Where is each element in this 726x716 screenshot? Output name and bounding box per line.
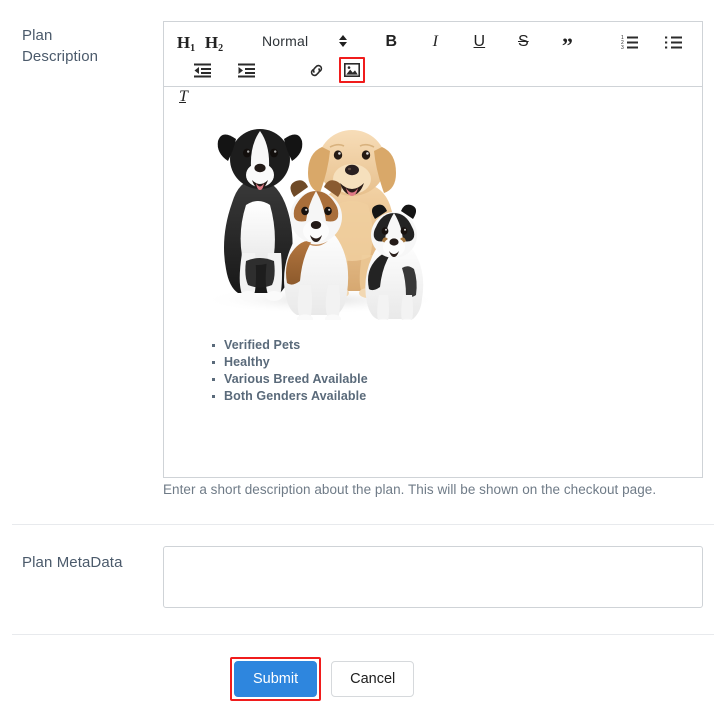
plan-form-page: Plan Description H1 H2 Normal B I U S ” … (0, 0, 726, 716)
heading-1-button[interactable]: H1 (173, 29, 199, 55)
list-item: Verified Pets (212, 337, 368, 354)
paragraph-format-select[interactable]: Normal (258, 28, 348, 54)
rich-text-editor[interactable]: H1 H2 Normal B I U S ” 1 2 3 T Verified … (163, 21, 703, 478)
quote-icon: ” (561, 33, 573, 58)
form-actions: Submit Cancel (230, 657, 415, 701)
submit-button-highlight: Submit (230, 657, 322, 701)
plan-description-help-text: Enter a short description about the plan… (163, 482, 657, 497)
underline-icon: U (473, 33, 486, 50)
strikethrough-icon: S (517, 33, 529, 50)
strikethrough-button[interactable]: S (510, 29, 536, 55)
outdent-icon (193, 63, 211, 78)
image-icon (344, 63, 360, 77)
list-item: Healthy (212, 354, 368, 371)
link-icon (308, 62, 325, 79)
ordered-list-icon: 1 2 3 (621, 35, 638, 50)
divider-2 (12, 634, 714, 635)
heading-2-button[interactable]: H2 (201, 29, 227, 55)
indent-icon (237, 63, 255, 78)
italic-icon: I (432, 33, 438, 50)
list-item: Both Genders Available (212, 388, 368, 405)
plan-metadata-label: Plan MetaData (22, 554, 123, 571)
outdent-button[interactable] (189, 57, 215, 83)
blockquote-button[interactable]: ” (554, 29, 580, 58)
cancel-button[interactable]: Cancel (331, 661, 415, 697)
plan-metadata-input[interactable] (163, 546, 703, 608)
plan-description-label-line1: Plan (22, 27, 53, 44)
list-item: Various Breed Available (212, 371, 368, 388)
heading-2-icon: H2 (204, 32, 224, 54)
plan-description-label-line2: Description (22, 48, 99, 65)
heading-1-icon: H1 (176, 32, 196, 54)
dogs-image (186, 95, 456, 335)
plan-description-label: Plan Description (22, 25, 142, 67)
insert-image-button[interactable] (339, 57, 365, 83)
editor-content-area[interactable]: Verified Pets Healthy Various Breed Avai… (164, 87, 702, 477)
svg-text:3: 3 (621, 45, 624, 50)
bold-button[interactable]: B (378, 29, 404, 55)
plan-feature-list: Verified Pets Healthy Various Breed Avai… (212, 337, 368, 405)
bullet-list-button[interactable] (660, 29, 686, 55)
bullet-list-icon (664, 35, 682, 50)
underline-button[interactable]: U (466, 29, 492, 55)
italic-button[interactable]: I (422, 29, 448, 55)
indent-button[interactable] (233, 57, 259, 83)
ordered-list-button[interactable]: 1 2 3 (616, 29, 642, 55)
editor-toolbar: H1 H2 Normal B I U S ” 1 2 3 T (164, 22, 702, 108)
submit-button[interactable]: Submit (234, 661, 318, 697)
link-button[interactable] (303, 57, 329, 83)
chevron-updown-icon (339, 35, 348, 47)
divider-1 (12, 524, 714, 525)
paragraph-format-value: Normal (262, 33, 309, 49)
bold-icon: B (385, 33, 398, 50)
